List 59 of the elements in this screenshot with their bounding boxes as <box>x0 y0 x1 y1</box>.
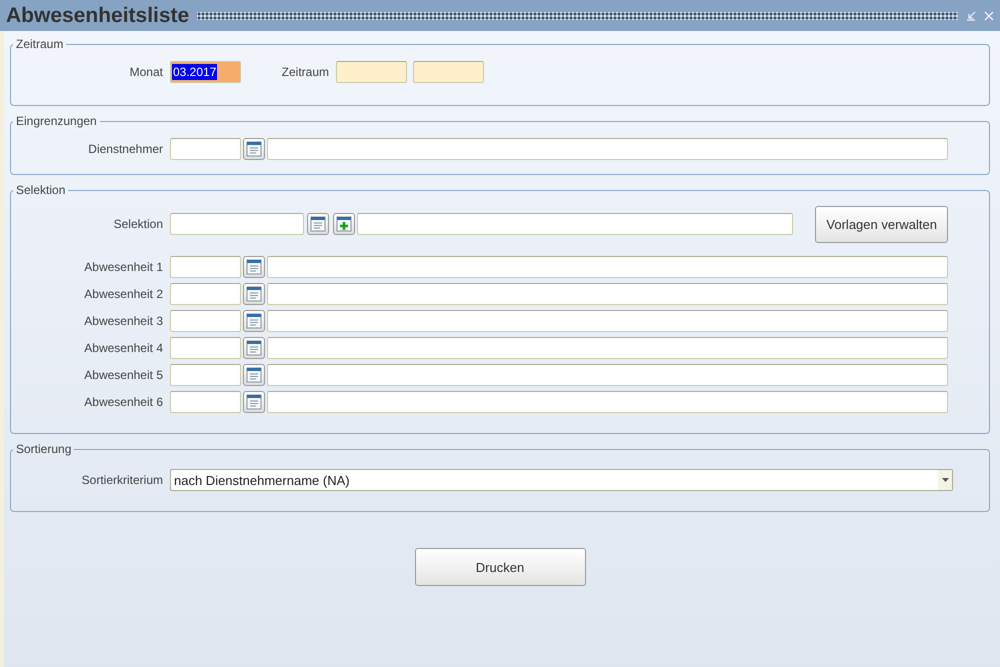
list-icon <box>246 340 262 356</box>
lookup-button[interactable] <box>243 391 265 413</box>
field-label: Abwesenheit 4 <box>83 341 163 355</box>
caret-icon <box>942 478 948 482</box>
section-legend: Zeitraum <box>13 37 66 51</box>
selection-field[interactable] <box>170 213 304 235</box>
list-icon <box>246 259 262 275</box>
lookup-button[interactable] <box>243 337 265 359</box>
month-field[interactable]: 03.2017 <box>170 61 241 83</box>
minimize-icon[interactable] <box>966 10 976 20</box>
date-from-field[interactable] <box>336 61 407 83</box>
section-legend: Eingrenzungen <box>13 114 100 128</box>
section-legend: Sortierung <box>13 442 74 456</box>
field-label: Sortierkriterium <box>80 473 163 487</box>
list-icon <box>246 367 262 383</box>
add-icon <box>336 216 352 232</box>
lookup-button[interactable] <box>243 364 265 386</box>
code-field[interactable] <box>170 256 241 278</box>
code-field[interactable] <box>170 138 241 160</box>
lookup-button[interactable] <box>243 138 265 160</box>
field-label: Dienstnehmer <box>87 142 163 156</box>
section-legend: Selektion <box>13 183 68 197</box>
field-label: Zeitraum <box>280 65 329 79</box>
add-button[interactable] <box>333 213 355 235</box>
manage-templates-button[interactable]: Vorlagen verwalten <box>815 206 948 242</box>
list-icon <box>246 286 262 302</box>
window-title: Abwesenheitsliste <box>6 4 190 28</box>
close-icon[interactable] <box>984 10 994 20</box>
selection-name-field[interactable] <box>357 213 794 235</box>
list-icon <box>310 216 326 232</box>
list-icon <box>246 313 262 329</box>
name-field[interactable] <box>267 310 948 332</box>
print-button[interactable]: Drucken <box>414 548 586 586</box>
lookup-button[interactable] <box>243 310 265 332</box>
field-label: Selektion <box>112 217 163 231</box>
list-icon <box>246 141 262 157</box>
code-field[interactable] <box>170 364 241 386</box>
name-field[interactable] <box>267 337 948 359</box>
field-label: Abwesenheit 1 <box>83 260 163 274</box>
list-icon <box>246 394 262 410</box>
name-field[interactable] <box>267 391 948 413</box>
code-field[interactable] <box>170 337 241 359</box>
field-label: Abwesenheit 6 <box>83 395 163 409</box>
code-field[interactable] <box>170 310 241 332</box>
field-label: Abwesenheit 3 <box>83 314 163 328</box>
lookup-button[interactable] <box>243 256 265 278</box>
lookup-button[interactable] <box>307 213 329 235</box>
name-field[interactable] <box>267 364 948 386</box>
field-label: Monat <box>128 65 163 79</box>
sort-dropdown[interactable]: nach Dienstnehmername (NA) <box>170 469 953 491</box>
field-label: Abwesenheit 2 <box>83 287 163 301</box>
lookup-button[interactable] <box>243 283 265 305</box>
name-field[interactable] <box>267 256 948 278</box>
date-to-field[interactable] <box>413 61 484 83</box>
field-label: Abwesenheit 5 <box>83 368 163 382</box>
code-field[interactable] <box>170 391 241 413</box>
name-field[interactable] <box>267 283 948 305</box>
name-field[interactable] <box>267 138 948 160</box>
code-field[interactable] <box>170 283 241 305</box>
